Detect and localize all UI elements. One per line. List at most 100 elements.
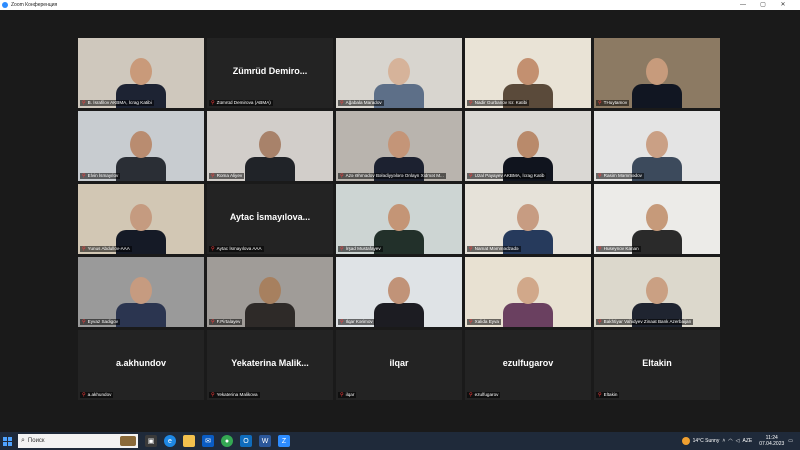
participant-tile[interactable]: ⚲ Azə Əhmədov Bələdiyyələrə Onlayn Xidmət… (336, 111, 462, 181)
file-explorer-icon[interactable] (183, 435, 195, 447)
participant-tile[interactable]: Zümrüd Demiro... ⚲ Zümrüd Demirova (ABMA) (207, 38, 333, 108)
participant-video (207, 257, 333, 327)
participant-video (465, 257, 591, 327)
system-tray: 14°C Sunny ˄ ◠ ◁ AZE 11:24 07.04.2023 ▭ (681, 432, 796, 450)
mic-muted-icon: ⚲ (211, 100, 215, 106)
participant-name-label: ⚲ F.Pirtalayev (209, 319, 243, 325)
participant-display-name: Eltakin (642, 358, 672, 368)
weather-text[interactable]: 14°C Sunny (693, 438, 720, 444)
participant-tile[interactable]: ⚲ Nadir Gurbanov Icr. Katibi (465, 38, 591, 108)
mic-muted-icon: ⚲ (340, 100, 344, 106)
participant-name-label: ⚲ Yunus Abdullov-AAA (80, 246, 132, 252)
taskbar: ⌕ Поиск ▣ e ✉ ● O W Z 14°C Sunny ˄ ◠ ◁ A… (0, 432, 800, 450)
participant-name: Zümrüd Demirova (ABMA) (216, 100, 271, 105)
participant-tile[interactable]: ⚲ Ilqar Kərimov (336, 257, 462, 327)
wifi-icon[interactable]: ◠ (728, 438, 732, 444)
participant-name-label: ⚲ Eltakin (596, 392, 620, 398)
participant-name-label: ⚲ İrşad Mustafayev (338, 246, 383, 252)
participant-tile[interactable]: ⚲ Huseynov Kanan (594, 184, 720, 254)
participant-tile[interactable]: Aytac İsmayılova... ⚲ Aytac İsmayılova AAA (207, 184, 333, 254)
participant-name-label: ⚲ Ilqar Kərimov (338, 319, 375, 325)
participant-video (594, 257, 720, 327)
participant-tile[interactable]: ⚲ F.Pirtalayev (207, 257, 333, 327)
participant-tile[interactable]: ⚲ Uzal Payayev AKBMA, İcrag Katib (465, 111, 591, 181)
participant-display-name: a.akhundov (115, 358, 166, 368)
task-view-icon[interactable]: ▣ (145, 435, 157, 447)
participant-tile[interactable]: ⚲ Ağabala Maradov (336, 38, 462, 108)
participant-tile[interactable]: ⚲ Namat Məmmədzadə (465, 184, 591, 254)
mic-muted-icon: ⚲ (340, 319, 344, 325)
participant-tile[interactable]: ⚲ Rasim Məmmədov (594, 111, 720, 181)
mic-muted-icon: ⚲ (211, 392, 215, 398)
chrome-browser-icon[interactable]: ● (221, 435, 233, 447)
volume-icon[interactable]: ◁ (736, 438, 740, 444)
mail-icon[interactable]: ✉ (202, 435, 214, 447)
participant-name: a.akhundov (87, 392, 112, 397)
outlook-icon[interactable]: O (240, 435, 252, 447)
participant-tile[interactable]: ⚲ Xalida Eyva (465, 257, 591, 327)
mic-muted-icon: ⚲ (340, 173, 344, 179)
minimize-button[interactable]: — (736, 0, 750, 10)
participant-tile[interactable]: ilqar ⚲ ilqar (336, 330, 462, 400)
participant-name: Ilqar Kərimov (345, 319, 373, 324)
clock[interactable]: 11:24 07.04.2023 (759, 435, 784, 447)
mic-muted-icon: ⚲ (469, 173, 473, 179)
participant-tile[interactable]: ⚲ B. İsrafilov AKBMA, İcrag Katibi (78, 38, 204, 108)
edge-browser-icon[interactable]: e (164, 435, 176, 447)
word-icon[interactable]: W (259, 435, 271, 447)
participant-name-label: ⚲ Nadir Gurbanov Icr. Katibi (467, 100, 530, 106)
participant-tile[interactable]: Eltakin ⚲ Eltakin (594, 330, 720, 400)
window-title: Zoom Конференция (11, 2, 58, 8)
mic-muted-icon: ⚲ (82, 319, 86, 325)
participant-tile[interactable]: ⚲ Yunus Abdullov-AAA (78, 184, 204, 254)
participant-name: ezulfugarov (474, 392, 499, 397)
participant-name-label: ⚲ Uzal Payayev AKBMA, İcrag Katib (467, 173, 547, 179)
participant-name: ilqar (345, 392, 355, 397)
participant-name-label: ⚲ Zümrüd Demirova (ABMA) (209, 100, 273, 106)
participant-tile[interactable]: ⚲ İrşad Mustafayev (336, 184, 462, 254)
participant-tile[interactable]: ⚲ Bakhtiyar Vahidyev Zinaat Bank Azerbaij… (594, 257, 720, 327)
zoom-app-icon (2, 2, 8, 8)
mic-muted-icon: ⚲ (598, 392, 602, 398)
participant-display-name: Yekaterina Malik... (231, 358, 309, 368)
participant-name: Rasim Məmmədov (603, 173, 642, 178)
start-button[interactable] (0, 432, 14, 450)
mic-muted-icon: ⚲ (598, 100, 602, 106)
participant-video (336, 111, 462, 181)
mic-muted-icon: ⚲ (598, 173, 602, 179)
participant-video (465, 38, 591, 108)
participant-name: Eltakin (603, 392, 618, 397)
participant-tile[interactable]: ⚲ Elvin İsmayılov (78, 111, 204, 181)
participant-name: Elvin İsmayılov (87, 173, 119, 178)
participant-name-label: ⚲ ilqar (338, 392, 357, 398)
search-placeholder: Поиск (27, 438, 45, 444)
notifications-icon[interactable]: ▭ (788, 438, 793, 444)
participant-display-name: Aytac İsmayılova... (229, 212, 311, 222)
participant-display-name: Zümrüd Demiro... (232, 66, 308, 76)
close-button[interactable]: ✕ (776, 0, 790, 10)
participant-tile[interactable]: Yekaterina Malik... ⚲ Yekaterina Malikova (207, 330, 333, 400)
participant-video (594, 111, 720, 181)
language-indicator[interactable]: AZE (743, 438, 753, 444)
window-titlebar: Zoom Конференция — ▢ ✕ (0, 0, 800, 10)
participant-name: F.Pirtalayev (216, 319, 241, 324)
participant-tile[interactable]: ezulfugarov ⚲ ezulfugarov (465, 330, 591, 400)
participant-video (78, 184, 204, 254)
chevron-up-icon[interactable]: ˄ (722, 438, 725, 444)
mic-muted-icon: ⚲ (469, 246, 473, 252)
participant-video (78, 257, 204, 327)
participant-tile[interactable]: ⚲ Roma Aliyev (207, 111, 333, 181)
participant-video (594, 38, 720, 108)
maximize-button[interactable]: ▢ (756, 0, 770, 10)
participant-video (78, 111, 204, 181)
participant-name: THuytamov (603, 100, 628, 105)
participant-tile[interactable]: ⚲ Eyvaz Sadigov (78, 257, 204, 327)
taskbar-search[interactable]: ⌕ Поиск (18, 434, 138, 448)
mic-muted-icon: ⚲ (469, 100, 473, 106)
zoom-taskbar-icon[interactable]: Z (278, 435, 290, 447)
participant-name: Huseynov Kanan (603, 246, 639, 251)
participant-tile[interactable]: ⚲ THuytamov (594, 38, 720, 108)
participant-tile[interactable]: a.akhundov ⚲ a.akhundov (78, 330, 204, 400)
weather-icon (681, 437, 690, 445)
mic-muted-icon: ⚲ (211, 319, 215, 325)
